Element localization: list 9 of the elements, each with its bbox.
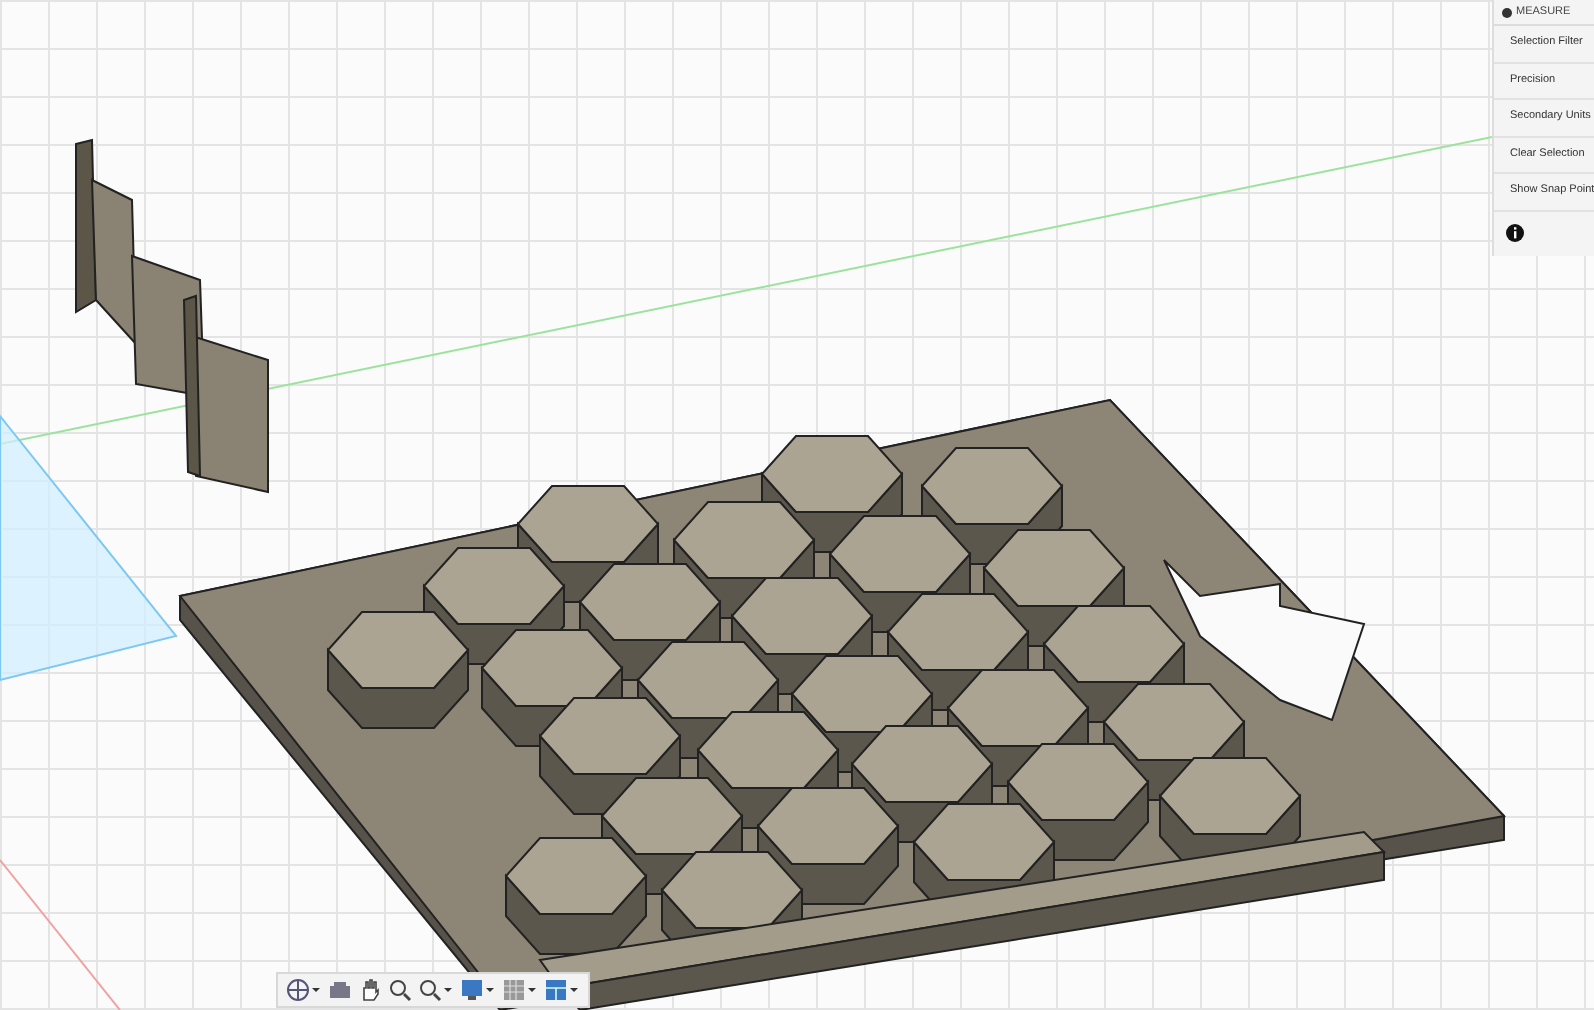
- measure-icon: [1502, 7, 1512, 17]
- grid-icon[interactable]: [502, 978, 538, 1002]
- viewports-icon[interactable]: [544, 978, 580, 1002]
- hand-icon[interactable]: [358, 978, 382, 1002]
- zoom-icon[interactable]: [388, 978, 412, 1002]
- display-icon[interactable]: [460, 978, 496, 1002]
- zoom-icon[interactable]: [418, 978, 454, 1002]
- info-icon[interactable]: [1506, 224, 1524, 242]
- orbit-icon[interactable]: [286, 978, 322, 1002]
